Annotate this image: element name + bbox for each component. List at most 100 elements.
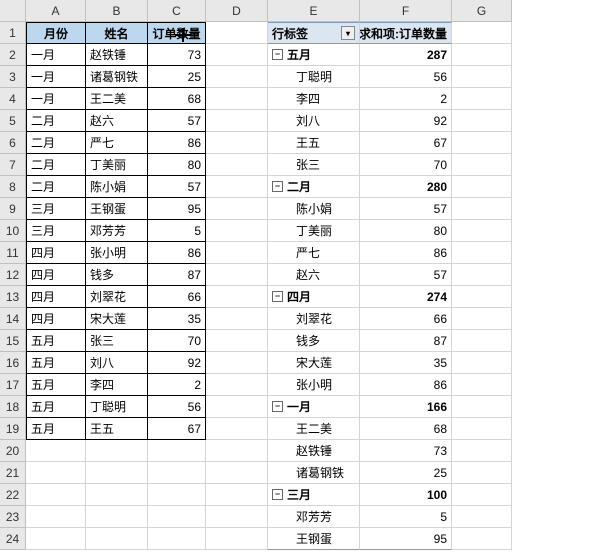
empty-cell[interactable] [206, 484, 268, 506]
data-name-cell[interactable]: 王五 [86, 418, 148, 440]
row-header-14[interactable]: 14 [0, 308, 26, 330]
empty-cell[interactable] [452, 418, 512, 440]
empty-cell[interactable] [452, 308, 512, 330]
data-month[interactable]: 五月 [26, 374, 86, 396]
empty-cell[interactable] [452, 198, 512, 220]
data-name-cell[interactable]: 丁聪明 [86, 396, 148, 418]
pivot-child-label[interactable]: 赵铁锤 [268, 440, 360, 462]
empty-cell[interactable] [86, 462, 148, 484]
data-name-cell[interactable]: 王二美 [86, 88, 148, 110]
pivot-group-二月[interactable]: −二月 [268, 176, 360, 198]
empty-cell[interactable] [206, 242, 268, 264]
col-header-E[interactable]: E [268, 0, 360, 22]
row-header-2[interactable]: 2 [0, 44, 26, 66]
col-header-B[interactable]: B [86, 0, 148, 22]
data-name-cell[interactable]: 钱多 [86, 264, 148, 286]
row-header-18[interactable]: 18 [0, 396, 26, 418]
data-qty[interactable]: 5 [148, 220, 206, 242]
pivot-child-label[interactable]: 王钢蛋 [268, 528, 360, 550]
pivot-child-label[interactable]: 邓芳芳 [268, 506, 360, 528]
data-qty[interactable]: 25 [148, 66, 206, 88]
data-qty[interactable]: 87 [148, 264, 206, 286]
row-header-19[interactable]: 19 [0, 418, 26, 440]
empty-cell[interactable] [452, 462, 512, 484]
spreadsheet-grid[interactable]: ABCDEFG1月份姓名订单数量行标签▾求和项:订单数量2一月赵铁锤73−五月2… [0, 0, 600, 550]
data-name-cell[interactable]: 赵铁锤 [86, 44, 148, 66]
data-name-cell[interactable]: 宋大莲 [86, 308, 148, 330]
data-qty[interactable]: 92 [148, 352, 206, 374]
empty-cell[interactable] [452, 352, 512, 374]
pivot-child-label[interactable]: 赵六 [268, 264, 360, 286]
row-header-5[interactable]: 5 [0, 110, 26, 132]
empty-cell[interactable] [26, 506, 86, 528]
row-header-10[interactable]: 10 [0, 220, 26, 242]
data-month[interactable]: 一月 [26, 88, 86, 110]
pivot-group-四月[interactable]: −四月 [268, 286, 360, 308]
empty-cell[interactable] [452, 440, 512, 462]
row-header-3[interactable]: 3 [0, 66, 26, 88]
empty-cell[interactable] [86, 484, 148, 506]
data-name-cell[interactable]: 诸葛钢铁 [86, 66, 148, 88]
empty-cell[interactable] [452, 528, 512, 550]
data-qty[interactable]: 68 [148, 88, 206, 110]
empty-cell[interactable] [452, 506, 512, 528]
data-month[interactable]: 二月 [26, 110, 86, 132]
empty-cell[interactable] [206, 88, 268, 110]
empty-cell[interactable] [452, 22, 512, 44]
pivot-group-三月[interactable]: −三月 [268, 484, 360, 506]
collapse-icon[interactable]: − [272, 49, 283, 60]
empty-cell[interactable] [86, 440, 148, 462]
empty-cell[interactable] [206, 418, 268, 440]
col-header-A[interactable]: A [26, 0, 86, 22]
row-header-1[interactable]: 1 [0, 22, 26, 44]
data-month[interactable]: 五月 [26, 396, 86, 418]
pivot-child-label[interactable]: 刘八 [268, 110, 360, 132]
empty-cell[interactable] [148, 506, 206, 528]
pivot-child-label[interactable]: 王二美 [268, 418, 360, 440]
empty-cell[interactable] [206, 440, 268, 462]
empty-cell[interactable] [206, 330, 268, 352]
empty-cell[interactable] [206, 176, 268, 198]
row-header-11[interactable]: 11 [0, 242, 26, 264]
empty-cell[interactable] [206, 154, 268, 176]
empty-cell[interactable] [452, 374, 512, 396]
empty-cell[interactable] [206, 66, 268, 88]
pivot-header-value[interactable]: 求和项:订单数量 [360, 22, 452, 44]
empty-cell[interactable] [148, 462, 206, 484]
data-month[interactable]: 五月 [26, 330, 86, 352]
data-name-cell[interactable]: 张小明 [86, 242, 148, 264]
empty-cell[interactable] [206, 44, 268, 66]
row-header-23[interactable]: 23 [0, 506, 26, 528]
data-name-cell[interactable]: 刘八 [86, 352, 148, 374]
row-header-4[interactable]: 4 [0, 88, 26, 110]
pivot-child-label[interactable]: 宋大莲 [268, 352, 360, 374]
empty-cell[interactable] [206, 22, 268, 44]
data-name-cell[interactable]: 刘翠花 [86, 286, 148, 308]
empty-cell[interactable] [206, 264, 268, 286]
data-qty[interactable]: 67 [148, 418, 206, 440]
collapse-icon[interactable]: − [272, 401, 283, 412]
empty-cell[interactable] [452, 110, 512, 132]
row-header-8[interactable]: 8 [0, 176, 26, 198]
row-header-12[interactable]: 12 [0, 264, 26, 286]
pivot-child-label[interactable]: 王五 [268, 132, 360, 154]
data-month[interactable]: 四月 [26, 308, 86, 330]
empty-cell[interactable] [452, 220, 512, 242]
col-header-C[interactable]: C [148, 0, 206, 22]
empty-cell[interactable] [148, 440, 206, 462]
col-header-G[interactable]: G [452, 0, 512, 22]
data-month[interactable]: 三月 [26, 198, 86, 220]
data-qty[interactable]: 35 [148, 308, 206, 330]
empty-cell[interactable] [86, 528, 148, 550]
empty-cell[interactable] [452, 132, 512, 154]
empty-cell[interactable] [206, 308, 268, 330]
data-month[interactable]: 五月 [26, 352, 86, 374]
data-month[interactable]: 五月 [26, 418, 86, 440]
pivot-child-label[interactable]: 刘翠花 [268, 308, 360, 330]
data-qty[interactable]: 2 [148, 374, 206, 396]
empty-cell[interactable] [26, 440, 86, 462]
empty-cell[interactable] [148, 484, 206, 506]
collapse-icon[interactable]: − [272, 291, 283, 302]
empty-cell[interactable] [452, 242, 512, 264]
empty-cell[interactable] [206, 374, 268, 396]
